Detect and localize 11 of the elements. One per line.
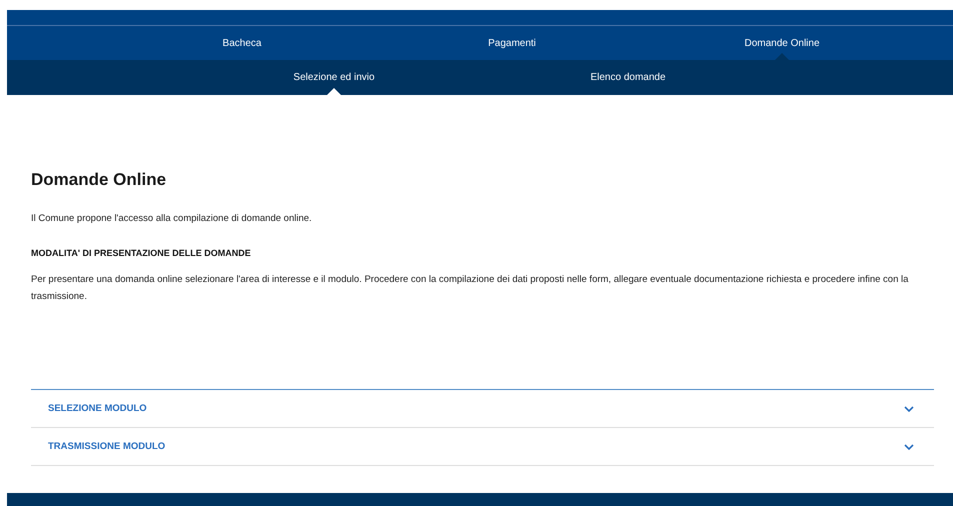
intro-text: Il Comune propone l'accesso alla compilazione di domande online. bbox=[31, 212, 313, 226]
page-title: Domande Online bbox=[31, 170, 168, 190]
chevron-icon bbox=[904, 406, 914, 412]
nav-tab[interactable]: Elenco domande bbox=[590, 60, 666, 95]
section-text: Per presentare una domanda online selezionare l'area di interesse e il modulo. Procedere con la compilazione dei dati proposti nelle form, allegare eventuale documentazione richiesta e procedere infine con la trasmissione. bbox=[31, 273, 910, 304]
chevron-icon bbox=[904, 444, 914, 450]
nav-tab[interactable]: Pagamenti bbox=[488, 26, 536, 60]
section-heading: MODALITA' DI PRESENTAZIONE DELLE DOMANDE bbox=[31, 248, 252, 258]
selected-indicator-icon bbox=[326, 88, 341, 95]
nav-tab[interactable]: Selezione ed invio bbox=[293, 60, 375, 95]
nav-tab[interactable]: Bacheca bbox=[222, 26, 262, 60]
